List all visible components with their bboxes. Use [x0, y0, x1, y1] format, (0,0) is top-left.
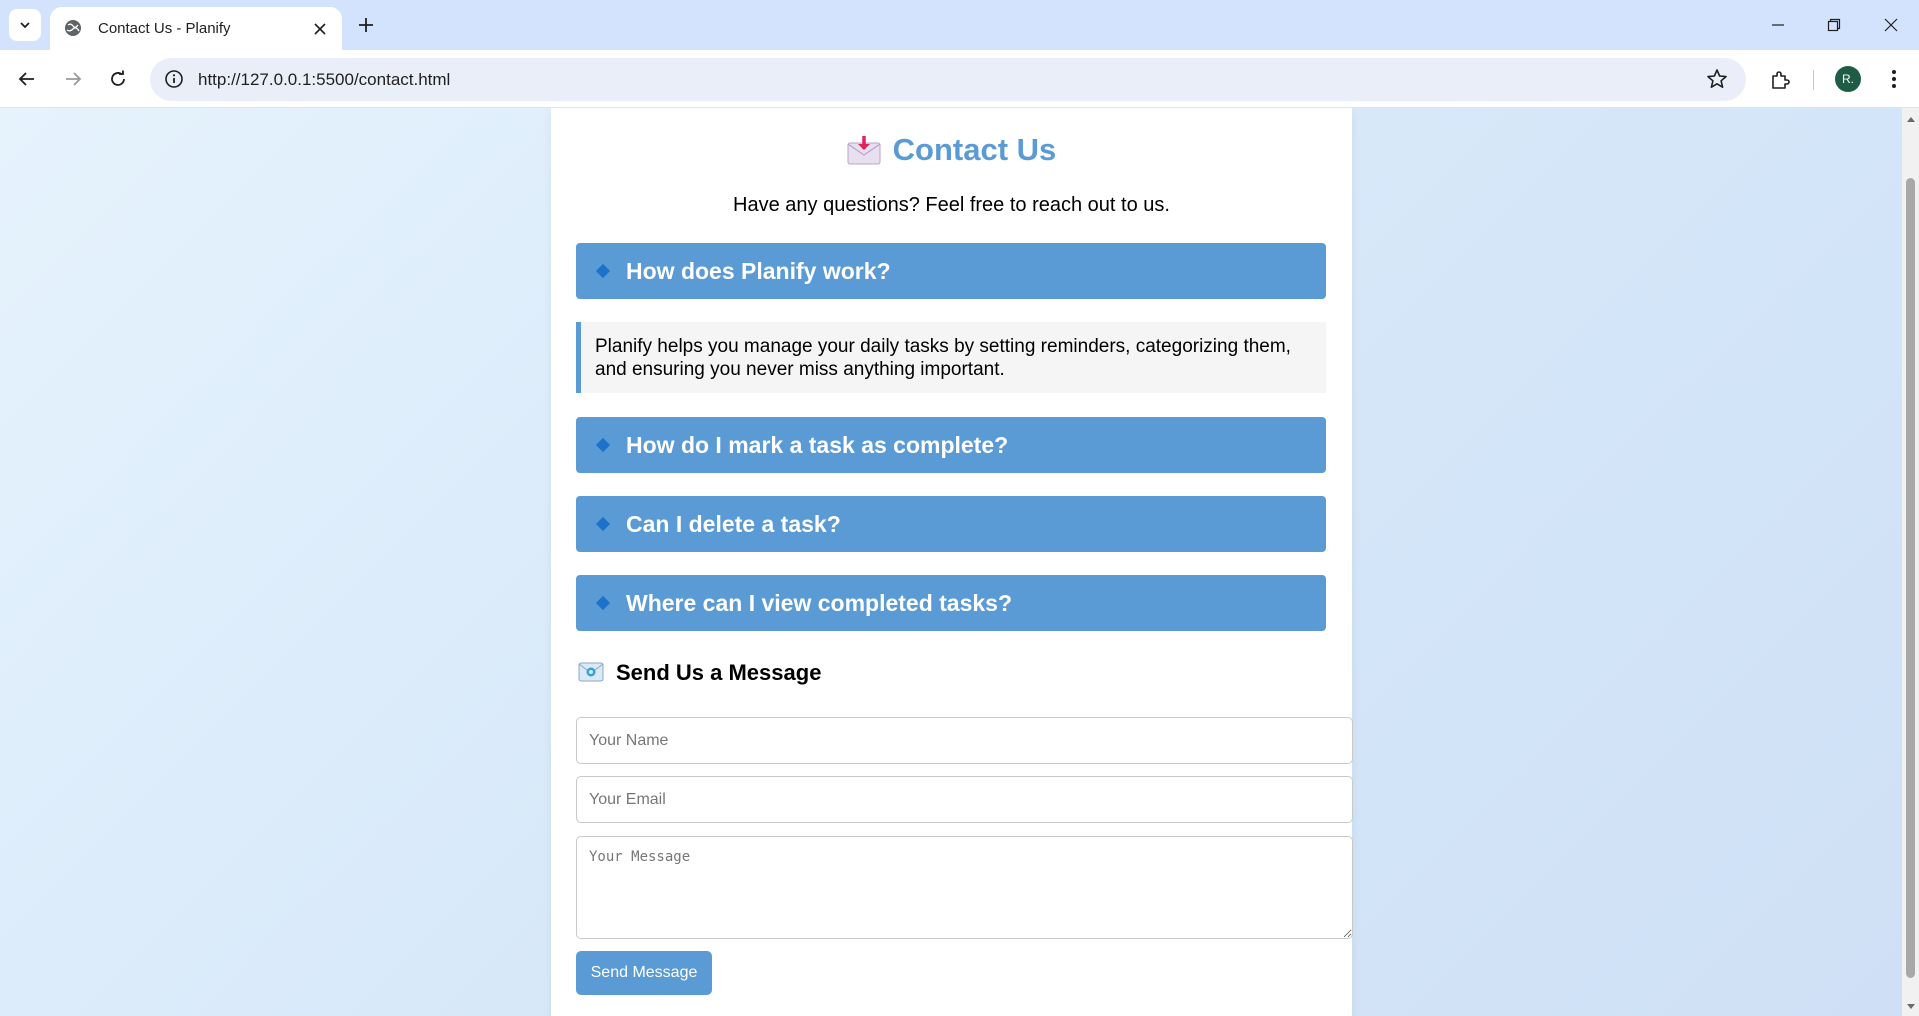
faq-question-text: How does Planify work?	[626, 257, 891, 284]
close-icon	[1884, 18, 1898, 32]
email-input[interactable]	[576, 776, 1353, 823]
browser-toolbar: http://127.0.0.1:5500/contact.html R.	[0, 50, 1919, 108]
message-section-heading: Send Us a Message	[578, 660, 821, 686]
message-section-title: Send Us a Message	[616, 660, 822, 685]
plus-icon	[359, 18, 373, 32]
site-info-icon[interactable]	[164, 69, 186, 91]
diamond-bullet-icon	[595, 263, 611, 279]
arrow-left-icon	[18, 72, 34, 86]
puzzle-icon	[1772, 71, 1790, 89]
diamond-bullet-icon	[595, 595, 611, 611]
envelope-with-arrow-icon	[847, 135, 881, 165]
extensions-button[interactable]	[1766, 66, 1794, 94]
faq-question-text: Can I delete a task?	[626, 510, 841, 537]
browser-tabstrip: Contact Us - Planify	[0, 0, 1919, 50]
contact-card: Contact Us Have any questions? Feel free…	[551, 108, 1353, 1016]
page-scrollbar[interactable]	[1902, 108, 1919, 1016]
url-text: http://127.0.0.1:5500/contact.html	[198, 69, 451, 89]
diamond-bullet-icon	[595, 516, 611, 532]
page-title: Contact Us	[892, 132, 1057, 167]
window-close-button[interactable]	[1863, 0, 1919, 50]
faq-question-text: How do I mark a task as complete?	[626, 431, 1009, 458]
browser-menu-button[interactable]	[1880, 64, 1908, 94]
profile-avatar[interactable]: R.	[1835, 66, 1861, 92]
minimize-button[interactable]	[1750, 0, 1806, 50]
scroll-down-arrow-icon[interactable]	[1905, 1002, 1916, 1012]
page-heading: Contact Us	[551, 132, 1352, 168]
chevron-down-icon	[20, 22, 30, 29]
address-bar[interactable]: http://127.0.0.1:5500/contact.html	[150, 58, 1746, 101]
kebab-menu-icon	[1892, 70, 1896, 88]
bookmark-star-icon[interactable]	[1706, 68, 1730, 92]
faq-answer-1: Planify helps you manage your daily task…	[576, 322, 1326, 393]
arrow-right-icon	[66, 72, 82, 86]
reload-button[interactable]	[101, 62, 135, 96]
restore-icon	[1827, 18, 1841, 32]
back-button[interactable]	[10, 62, 44, 96]
faq-question-3[interactable]: Can I delete a task?	[576, 496, 1326, 552]
message-textarea[interactable]	[576, 836, 1353, 939]
scroll-up-arrow-icon[interactable]	[1905, 114, 1916, 124]
restore-button[interactable]	[1806, 0, 1862, 50]
forward-button[interactable]	[56, 62, 90, 96]
envelope-icon	[578, 662, 604, 684]
faq-question-2[interactable]: How do I mark a task as complete?	[576, 417, 1326, 473]
faq-question-1[interactable]: How does Planify work?	[576, 243, 1326, 299]
faq-question-text: Where can I view completed tasks?	[626, 589, 1013, 616]
reload-icon	[111, 70, 125, 86]
toolbar-divider	[1813, 70, 1814, 90]
faq-question-4[interactable]: Where can I view completed tasks?	[576, 575, 1326, 631]
page-subtitle: Have any questions? Feel free to reach o…	[733, 194, 1170, 216]
send-message-button[interactable]: Send Message	[576, 951, 712, 995]
new-tab-button[interactable]	[353, 12, 379, 38]
name-input[interactable]	[576, 717, 1353, 764]
tab-close-icon[interactable]	[310, 19, 330, 39]
tab-search-button[interactable]	[9, 9, 41, 41]
page-viewport: Contact Us Have any questions? Feel free…	[0, 108, 1902, 1016]
tab-title: Contact Us - Planify	[98, 20, 231, 37]
browser-tab-active[interactable]: Contact Us - Planify	[50, 7, 342, 50]
globe-icon	[64, 19, 84, 39]
minimize-icon	[1772, 24, 1784, 26]
diamond-bullet-icon	[595, 437, 611, 453]
scrollbar-thumb[interactable]	[1906, 178, 1915, 978]
